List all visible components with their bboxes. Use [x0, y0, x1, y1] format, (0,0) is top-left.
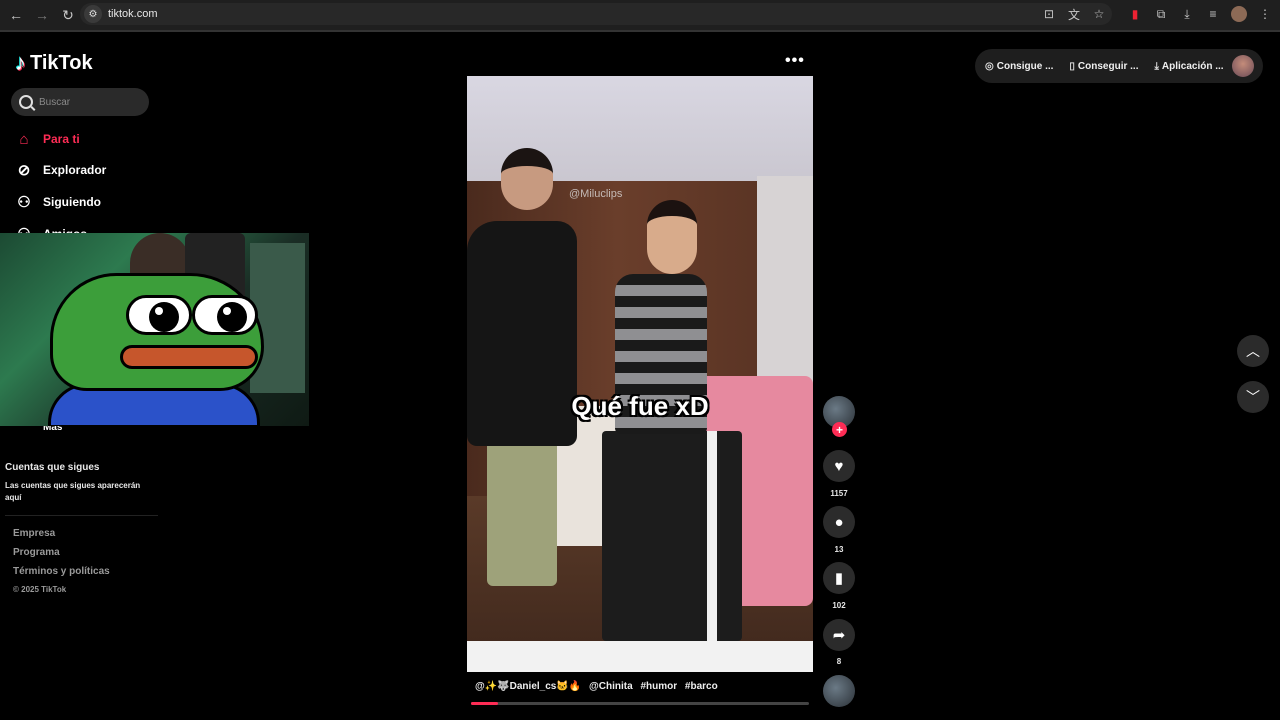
bookmark-icon: ▮ — [834, 570, 844, 587]
download-app-button[interactable]: ⤓ Aplicación ... — [1154, 61, 1223, 72]
frog-mouth — [120, 345, 258, 369]
video-overlay-caption: Qué fue xD — [571, 391, 709, 421]
following-description: Las cuentas que sigues aparecerán aquí — [5, 481, 141, 502]
video-player[interactable]: @Miluclips Qué fue xD — [467, 76, 813, 672]
sidebar-item-siguiendo[interactable]: ⚇ Siguiendo — [15, 193, 101, 211]
description-mention[interactable]: @Chinita — [589, 681, 633, 692]
top-action-bar: ◎ Consigue ... ▯ Conseguir ... ⤓ Aplicac… — [975, 49, 1263, 83]
chevron-up-icon: ︿ — [1246, 343, 1260, 359]
copyright: © 2025 TikTok — [13, 585, 67, 594]
bookmark-star-icon[interactable]: ☆ — [1088, 3, 1110, 25]
video-bottom-strip — [467, 641, 813, 672]
get-coins-button[interactable]: ◎ Consigue ... — [985, 61, 1053, 72]
hashtag[interactable]: #barco — [685, 681, 718, 692]
video-progress-fill — [471, 702, 499, 705]
like-count: 1157 — [830, 489, 848, 498]
translate-icon[interactable]: 文 — [1063, 3, 1085, 25]
next-video-button[interactable]: ﹀ — [1237, 381, 1269, 413]
share-count: 8 — [836, 657, 842, 666]
person-a-head — [501, 148, 553, 210]
description-user[interactable]: @✨🐺Daniel_cs🐱🔥 — [475, 681, 581, 692]
brand-name: TikTok — [30, 51, 93, 74]
next-video-avatar[interactable] — [823, 675, 855, 707]
frog-eye-right — [192, 295, 258, 335]
person-a-legs — [487, 436, 557, 586]
more-options-icon[interactable]: ••• — [785, 52, 805, 70]
tiktok-note-icon: ♪ — [15, 50, 26, 75]
frog-eye-left — [126, 295, 192, 335]
footer-link-programa[interactable]: Programa — [13, 547, 60, 558]
phone-icon: ▯ — [1069, 60, 1075, 72]
get-app-button[interactable]: ▯ Conseguir ... — [1069, 61, 1138, 72]
tiktok-logo[interactable]: ♪ TikTok — [15, 50, 93, 76]
search-icon — [19, 95, 33, 109]
footer-link-empresa[interactable]: Empresa — [13, 528, 55, 539]
save-button[interactable]: ▮ — [823, 562, 855, 594]
video-description: @✨🐺Daniel_cs🐱🔥 @Chinita #humor #barco — [475, 681, 718, 692]
share-arrow-icon: ➦ — [832, 627, 846, 644]
hashtag[interactable]: #humor — [640, 681, 677, 692]
sidebar-divider — [5, 515, 158, 516]
back-icon[interactable]: ← — [4, 3, 28, 27]
like-button[interactable]: ♥ — [823, 450, 855, 482]
reload-icon[interactable]: ↻ — [56, 3, 80, 27]
video-progress-bar[interactable] — [471, 702, 809, 705]
get-coins-label: Consigue ... — [996, 60, 1054, 72]
download-icon[interactable]: ⤓ — [1176, 3, 1198, 25]
address-bar[interactable]: ⚙ tiktok.com — [80, 3, 1112, 25]
share-button[interactable]: ➦ — [823, 619, 855, 651]
site-info-icon[interactable]: ⚙ — [84, 5, 102, 23]
chevron-down-icon: ﹀ — [1246, 389, 1260, 405]
save-count: 102 — [832, 601, 846, 610]
search-placeholder: Buscar — [39, 96, 71, 108]
install-app-icon[interactable]: ⊡ — [1038, 3, 1060, 25]
following-heading: Cuentas que sigues — [5, 462, 100, 473]
footer-link-terminos[interactable]: Términos y políticas — [13, 566, 110, 577]
compass-icon: ⊘ — [17, 162, 31, 179]
comment-count: 13 — [834, 545, 844, 554]
download-icon: ⤓ — [1154, 60, 1159, 72]
extensions-puzzle-icon[interactable]: ⧉ — [1150, 3, 1172, 25]
page-divider — [0, 30, 1280, 32]
sidebar-item-label: Para ti — [43, 132, 80, 146]
download-app-label: Aplicación ... — [1161, 60, 1224, 72]
forward-icon[interactable]: → — [30, 3, 54, 27]
url-text: tiktok.com — [108, 8, 158, 20]
comment-button[interactable]: ● — [823, 506, 855, 538]
sidebar-item-explorador[interactable]: ⊘ Explorador — [15, 161, 107, 179]
previous-video-button[interactable]: ︿ — [1237, 335, 1269, 367]
follow-plus-icon[interactable]: + — [832, 422, 847, 437]
sidebar-item-para-ti[interactable]: ⌂ Para ti — [15, 130, 80, 148]
browser-menu-icon[interactable]: ⋮ — [1254, 3, 1276, 25]
comment-icon: ● — [834, 513, 844, 531]
user-avatar[interactable] — [1232, 55, 1254, 77]
extension-icon[interactable]: ▮ — [1124, 3, 1146, 25]
home-icon: ⌂ — [19, 130, 29, 148]
heart-icon: ♥ — [834, 457, 844, 475]
sidebar-item-label: Siguiendo — [43, 195, 101, 209]
video-watermark: @Miluclips — [569, 188, 623, 200]
person-b-legs — [602, 431, 742, 641]
search-input[interactable]: Buscar — [11, 88, 149, 116]
get-app-label: Conseguir ... — [1077, 60, 1139, 72]
sidebar-item-label: Explorador — [43, 163, 107, 177]
stream-overlay — [0, 233, 309, 426]
following-icon: ⚇ — [17, 194, 31, 211]
browser-toolbar: ← → ↻ ⚙ tiktok.com ⊡ 文 ☆ ▮ ⧉ ⤓ ≡ ⋮ — [0, 0, 1280, 30]
reading-list-icon[interactable]: ≡ — [1202, 3, 1224, 25]
profile-avatar[interactable] — [1228, 3, 1250, 25]
coin-icon: ◎ — [985, 60, 994, 72]
person-b-head — [647, 200, 697, 274]
frog-emote — [48, 273, 266, 426]
